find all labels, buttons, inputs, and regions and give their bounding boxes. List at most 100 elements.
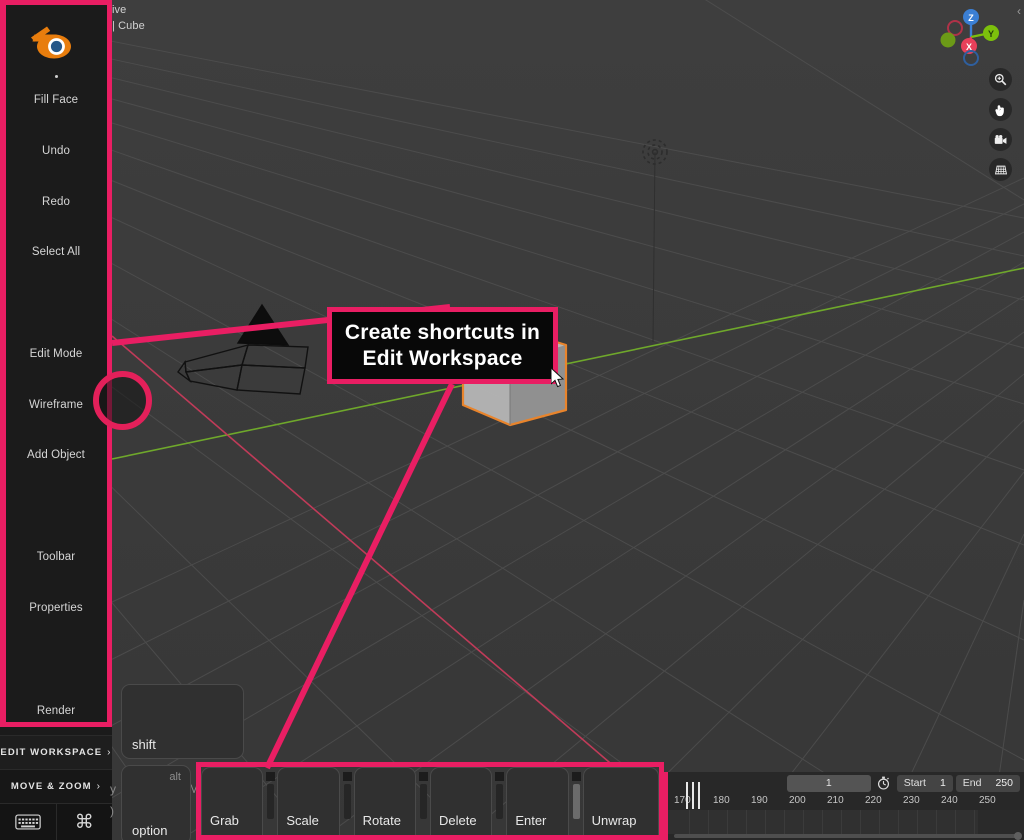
end-label: End [962, 777, 982, 789]
blender-logo-icon [31, 26, 71, 59]
callout-line2: Edit Workspace [362, 346, 523, 370]
shortcut-slot[interactable]: Scale [277, 767, 353, 835]
sidebar-footer: EDIT WORKSPACE › MOVE & ZOOM › ⌘ [0, 735, 112, 840]
timeline-panel[interactable]: 1 Start 1 End 250 170 180 190 200 210 22… [664, 772, 1024, 840]
ghost-label-y: y [110, 782, 116, 796]
shortcut-tab-handle[interactable] [419, 784, 427, 819]
ruler-tick: 180 [713, 795, 730, 806]
sidebar-icon-row[interactable]: ⌘ [0, 803, 112, 840]
keyboard-icon[interactable] [0, 804, 56, 840]
sidebar-item-label: Wireframe [29, 399, 83, 411]
svg-text:Z: Z [968, 13, 974, 23]
ruler-tick: 220 [865, 795, 882, 806]
ruler-tick: 240 [941, 795, 958, 806]
shortcut-label: Enter [515, 813, 547, 828]
shortcut-notch [495, 772, 505, 781]
end-frame-group[interactable]: End 250 [955, 774, 1020, 792]
sidebar-item-render[interactable]: Render [0, 705, 112, 717]
shortcut-slot[interactable]: Grab [201, 767, 277, 835]
shortcut-tab-handle[interactable] [572, 784, 580, 819]
logo-dot [54, 75, 58, 78]
shortcut-notch [342, 772, 352, 781]
chevron-right-icon: › [96, 781, 102, 792]
command-key-icon[interactable]: ⌘ [55, 804, 113, 840]
ghost-label-paren: ) [110, 804, 114, 818]
shortcut-label: Grab [210, 813, 239, 828]
shortcut-slot[interactable]: Unwrap [582, 767, 659, 835]
sidebar-item-select-all[interactable]: Select All [0, 246, 112, 258]
timeline-scroll-knob[interactable] [1014, 832, 1022, 840]
app-logo [0, 16, 112, 78]
sidebar-item-label: Render [36, 705, 76, 717]
sidebar-section-edit-workspace[interactable]: EDIT WORKSPACE › [0, 735, 112, 769]
sidebar-item-label: Properties [29, 602, 83, 614]
grid-perspective-icon[interactable] [989, 158, 1012, 181]
shortcut-tab-handle[interactable] [496, 784, 504, 819]
shortcut-label: Scale [286, 813, 319, 828]
timeline-toolbar[interactable]: 1 Start 1 End 250 [668, 772, 1024, 794]
sidebar-item-edit-mode[interactable]: Edit Mode [0, 348, 112, 360]
shortcut-strip[interactable]: Grab Scale Rotate Delete Enter Unwrap [196, 762, 664, 840]
stopwatch-icon[interactable] [874, 775, 894, 792]
viewport-collapse-icon[interactable]: ‹ [1017, 5, 1021, 17]
navigation-gizmo[interactable]: Z Y X [940, 6, 1002, 68]
sidebar-item-fill-face[interactable]: Fill Face [0, 94, 112, 106]
timeline-ruler[interactable]: 170 180 190 200 210 220 230 240 250 [668, 782, 1024, 810]
svg-text:Y: Y [988, 29, 994, 39]
shortcut-notch [571, 772, 581, 781]
hand-icon[interactable] [989, 98, 1012, 121]
sidebar-item-toolbar[interactable]: Toolbar [0, 551, 112, 563]
shortcut-label: Unwrap [591, 813, 637, 828]
camera-icon[interactable] [989, 128, 1012, 151]
command-glyph: ⌘ [74, 811, 94, 833]
timeline-scrollbar[interactable] [674, 834, 1018, 838]
ruler-tick: 170 [674, 795, 691, 806]
viewport-header-line1: ive [112, 4, 127, 16]
callout-tooltip: Create shortcuts in Edit Workspace [327, 307, 558, 384]
shortcut-notch [418, 772, 428, 781]
sidebar-section-label: MOVE & ZOOM [10, 781, 92, 792]
viewport-header: ive | Cube [112, 2, 145, 34]
left-sidebar[interactable]: Fill Face Undo Redo Select All Edit Mode… [0, 0, 112, 840]
timeline-out-of-range [978, 810, 1024, 834]
shift-key[interactable]: shift [121, 684, 244, 759]
option-key[interactable]: alt option [121, 765, 191, 840]
wireframe-highlight-circle [93, 371, 152, 430]
current-frame-field[interactable]: 1 [786, 774, 871, 792]
shortcut-tab-handle[interactable] [343, 784, 351, 819]
zoom-icon[interactable] [989, 68, 1012, 91]
sidebar-section-label: EDIT WORKSPACE [0, 747, 103, 758]
viewport-nav-buttons[interactable] [989, 68, 1012, 181]
ruler-tick: 250 [979, 795, 996, 806]
start-label: Start [903, 777, 926, 789]
sidebar-scroll-area[interactable]: Fill Face Undo Redo Select All Edit Mode… [0, 0, 112, 735]
mouse-cursor-icon [551, 368, 565, 388]
playhead-marker[interactable] [698, 782, 700, 809]
current-frame-value: 1 [825, 777, 832, 789]
sidebar-item-undo[interactable]: Undo [0, 145, 112, 157]
sidebar-item-label: Fill Face [33, 94, 79, 106]
ruler-tick: 200 [789, 795, 806, 806]
sidebar-item-redo[interactable]: Redo [0, 196, 112, 208]
shortcut-tab-handle[interactable] [267, 784, 275, 819]
shortcut-slot[interactable]: Enter [506, 767, 582, 835]
ruler-tick: 190 [751, 795, 768, 806]
start-value: 1 [939, 777, 946, 789]
start-frame-group[interactable]: Start 1 [896, 774, 953, 792]
sidebar-section-move-zoom[interactable]: MOVE & ZOOM › [0, 769, 112, 803]
shortcut-label: Rotate [362, 813, 401, 828]
viewport-header-line2: | Cube [112, 20, 145, 32]
playhead-marker[interactable] [686, 782, 688, 809]
shortcut-slot[interactable]: Delete [429, 767, 506, 835]
sidebar-item-add-object[interactable]: Add Object [0, 449, 112, 461]
option-key-label: option [132, 823, 168, 838]
sidebar-item-label: Select All [31, 246, 81, 258]
sidebar-item-properties[interactable]: Properties [0, 602, 112, 614]
timeline-track[interactable]: ‹ [668, 810, 1024, 834]
shortcut-notch [266, 772, 276, 781]
playhead-marker[interactable] [692, 782, 694, 809]
shortcut-slot[interactable]: Rotate [353, 767, 430, 835]
sidebar-item-label: Undo [42, 145, 70, 157]
ruler-tick: 230 [903, 795, 920, 806]
sidebar-item-label: Redo [42, 196, 70, 208]
